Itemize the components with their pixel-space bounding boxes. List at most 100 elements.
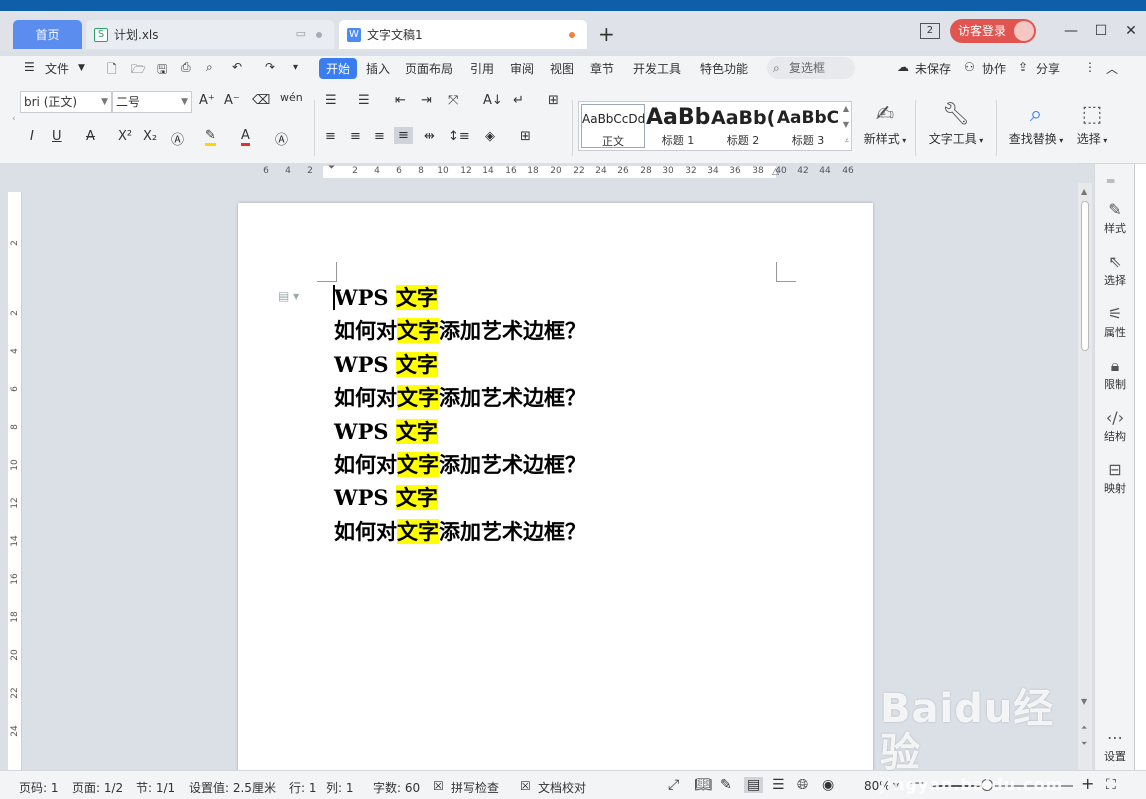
- subscript-icon[interactable]: X₂: [143, 129, 157, 144]
- text-line[interactable]: WPS 文字: [334, 481, 586, 514]
- new-tab-button[interactable]: +: [598, 23, 615, 45]
- underline-icon[interactable]: U: [52, 129, 62, 144]
- web-view-icon[interactable]: 🌐︎: [797, 777, 808, 793]
- hamburger-icon[interactable]: ☰: [24, 60, 35, 74]
- collapse-ribbon-icon[interactable]: ︿: [1106, 60, 1118, 77]
- panel-structure-button[interactable]: ‹/› 结构: [1095, 408, 1135, 444]
- write-mode-icon[interactable]: ✎: [720, 777, 732, 793]
- scroll-up-icon[interactable]: ▲: [843, 104, 849, 113]
- print-icon[interactable]: ⎙: [181, 60, 191, 75]
- expand-gallery-icon[interactable]: ⩡: [844, 136, 849, 146]
- file-menu[interactable]: 文件: [45, 60, 69, 77]
- menu-review[interactable]: 审阅: [510, 60, 534, 77]
- menu-home[interactable]: 开始: [319, 58, 358, 79]
- align-right-icon[interactable]: ≡: [374, 129, 385, 144]
- chevron-down-icon[interactable]: ▼: [78, 63, 85, 73]
- menu-special[interactable]: 特色功能: [700, 60, 748, 77]
- fullscreen-icon[interactable]: ⤢: [668, 777, 679, 793]
- scroll-down-icon[interactable]: ▼: [843, 120, 849, 129]
- next-page-icon[interactable]: ⏷: [1081, 739, 1087, 749]
- find-replace-button[interactable]: ⌕ 查找替换 ▾: [1006, 102, 1066, 147]
- bullet-list-icon[interactable]: ☰: [325, 93, 337, 108]
- new-doc-icon[interactable]: 🗋: [107, 60, 117, 81]
- panel-styles-button[interactable]: ✎ 样式: [1095, 200, 1135, 236]
- table-icon[interactable]: ⊞: [548, 93, 559, 108]
- print-preview-icon[interactable]: ⌕: [206, 60, 213, 75]
- minimize-icon[interactable]: —: [1056, 23, 1086, 39]
- chinese-layout-icon[interactable]: ⤧: [448, 93, 458, 108]
- text-line[interactable]: WPS 文字: [334, 415, 586, 448]
- panel-mapping-button[interactable]: ⊟ 映射: [1095, 460, 1135, 496]
- status-page[interactable]: 页面: 1/2: [72, 779, 123, 796]
- text-line[interactable]: 如何对文字添加艺术边框？: [334, 448, 586, 481]
- first-indent-marker-icon[interactable]: ⏷: [328, 163, 335, 173]
- strikethrough-icon[interactable]: A: [86, 129, 95, 144]
- scroll-down-icon[interactable]: ▼: [1081, 697, 1087, 706]
- tab-home[interactable]: 首页: [13, 20, 82, 49]
- menu-references[interactable]: 引用: [470, 60, 494, 77]
- font-size-select[interactable]: 二号 ▼: [112, 91, 192, 113]
- prev-page-icon[interactable]: ⏶: [1081, 723, 1087, 733]
- window-count-badge[interactable]: 2: [919, 23, 940, 39]
- status-col[interactable]: 列: 1: [326, 779, 354, 796]
- status-setting[interactable]: 设置值: 2.5厘米: [189, 779, 276, 796]
- menu-developer[interactable]: 开发工具: [633, 60, 681, 77]
- panel-properties-button[interactable]: ⚟ 属性: [1095, 304, 1135, 340]
- vertical-scrollbar[interactable]: ▲ ▼ ⏶ ⏷: [1078, 183, 1092, 770]
- scroll-left-icon[interactable]: ‹: [12, 114, 16, 124]
- style-normal[interactable]: AaBbCcDd 正文: [581, 104, 645, 148]
- show-marks-icon[interactable]: ↵: [513, 93, 524, 108]
- spell-check-button[interactable]: 拼写检查: [451, 779, 499, 796]
- menu-page-layout[interactable]: 页面布局: [405, 60, 453, 77]
- paragraph-handle-icon[interactable]: ▤ ▾: [278, 289, 299, 303]
- redo-icon[interactable]: ↷: [265, 60, 275, 74]
- scroll-up-icon[interactable]: ▲: [1081, 187, 1087, 196]
- text-line[interactable]: 如何对文字添加艺术边框？: [334, 314, 586, 347]
- status-section[interactable]: 节: 1/1: [136, 779, 175, 796]
- decrease-indent-icon[interactable]: ⇤: [395, 93, 406, 108]
- status-page-code[interactable]: 页码: 1: [19, 779, 59, 796]
- text-line[interactable]: 如何对文字添加艺术边框？: [334, 381, 586, 414]
- superscript-icon[interactable]: X²: [118, 129, 132, 144]
- increase-indent-icon[interactable]: ⇥: [421, 93, 432, 108]
- zoom-in-icon[interactable]: +: [1081, 774, 1094, 793]
- eye-protection-icon[interactable]: ◉: [822, 777, 834, 793]
- italic-icon[interactable]: I: [30, 129, 34, 144]
- fit-window-icon[interactable]: ⛶: [1106, 777, 1116, 793]
- style-heading-1[interactable]: AaBb 标题 1: [646, 104, 710, 148]
- share-button[interactable]: 分享: [1036, 60, 1060, 77]
- outline-view-icon[interactable]: ☰: [772, 777, 785, 793]
- text-line[interactable]: WPS 文字: [334, 281, 586, 314]
- doc-proof-button[interactable]: 文档校对: [538, 779, 586, 796]
- panel-restrict-button[interactable]: 🔒︎ 限制: [1095, 356, 1135, 392]
- char-border-icon[interactable]: Ⓐ: [275, 129, 288, 148]
- more-icon[interactable]: ⋮: [1084, 60, 1096, 74]
- panel-settings-button[interactable]: ⋯ 设置: [1095, 728, 1135, 764]
- save-icon[interactable]: 🖫: [157, 60, 167, 81]
- grow-font-icon[interactable]: A⁺: [199, 93, 215, 108]
- text-line[interactable]: 如何对文字添加艺术边框？: [334, 515, 586, 548]
- scrollbar-thumb[interactable]: [1081, 201, 1089, 351]
- distributed-align-icon[interactable]: ⇹: [424, 129, 435, 144]
- page-view-icon[interactable]: ▤: [744, 777, 764, 793]
- reading-mode-icon[interactable]: 📖︎: [694, 777, 712, 793]
- shrink-font-icon[interactable]: A⁻: [224, 93, 240, 108]
- justify-icon[interactable]: ≡: [394, 127, 413, 144]
- clear-format-icon[interactable]: ⌫: [252, 93, 270, 108]
- font-name-select[interactable]: bri (正文) ▼: [20, 91, 112, 113]
- panel-select-button[interactable]: ⇖ 选择: [1095, 252, 1135, 288]
- align-left-icon[interactable]: ≡: [325, 129, 336, 144]
- horizontal-ruler[interactable]: 6 4 2 2 4 6 8 10 12 14 16 18 20 22 24 26…: [0, 163, 1078, 183]
- menu-chapter[interactable]: 章节: [590, 60, 614, 77]
- menu-view[interactable]: 视图: [550, 60, 574, 77]
- font-color-icon[interactable]: A: [241, 129, 250, 146]
- document-body[interactable]: WPS 文字 如何对文字添加艺术边框？ WPS 文字 如何对文字添加艺术边框？ …: [333, 281, 586, 548]
- align-center-icon[interactable]: ≡: [350, 129, 361, 144]
- line-spacing-icon[interactable]: ↕≡: [448, 129, 470, 144]
- sort-icon[interactable]: A↓: [483, 93, 503, 108]
- search-input[interactable]: ⌕ 复选框: [767, 57, 855, 79]
- panel-toggle-icon[interactable]: ═: [1107, 174, 1114, 188]
- collaborate-button[interactable]: 协作: [982, 60, 1006, 77]
- right-indent-marker-icon[interactable]: △: [772, 167, 779, 177]
- close-icon[interactable]: ✕: [1116, 23, 1146, 39]
